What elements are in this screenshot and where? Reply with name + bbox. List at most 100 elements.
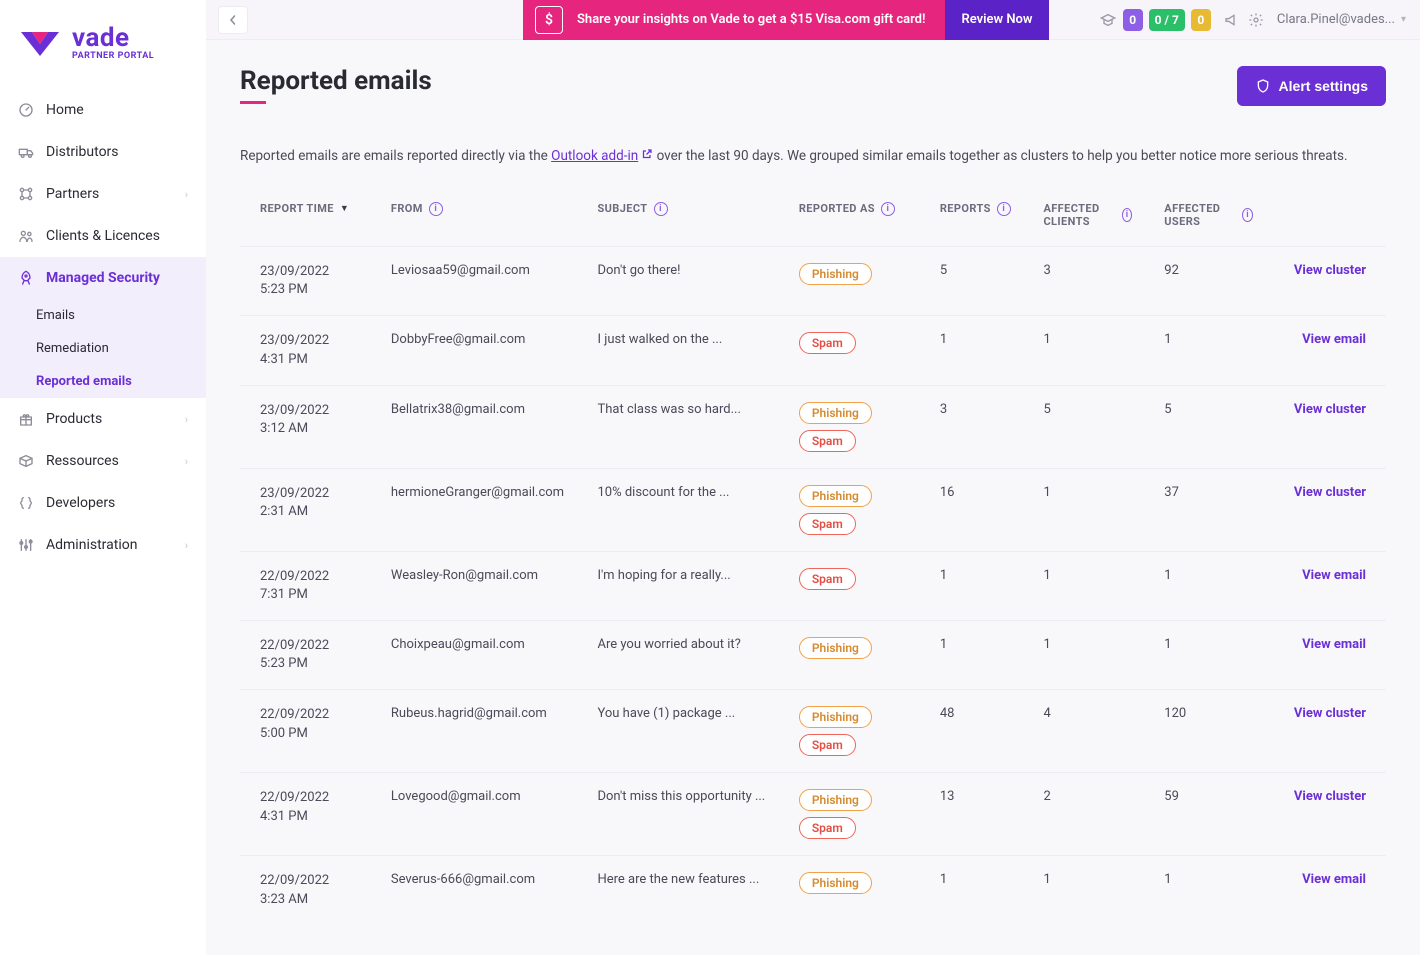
sidebar-item-ressources[interactable]: Ressources› [0,440,206,482]
box-icon [18,453,34,469]
sidebar-item-label: Managed Security [46,270,188,286]
col-reported-as[interactable]: REPORTED AS [799,202,875,215]
cell-users: 37 [1144,468,1265,551]
sidebar-item-administration[interactable]: Administration › [0,524,206,566]
info-icon[interactable]: i [881,202,895,216]
badge-tasks[interactable]: 0 / 7 [1149,9,1185,31]
cell-time: 22/09/20225:00 PM [240,690,371,773]
cell-users: 1 [1144,551,1265,620]
table-row: 23/09/20225:23 PMLeviosaa59@gmail.comDon… [240,246,1386,315]
info-icon[interactable]: i [997,202,1011,216]
info-icon[interactable]: i [654,202,668,216]
sidebar-item-clients-licences[interactable]: Clients & Licences [0,215,206,257]
sidebar-item-partners[interactable]: Partners › [0,173,206,215]
action-email[interactable]: View email [1302,332,1366,347]
sidebar-item-label: Home [46,102,188,118]
action-cluster[interactable]: View cluster [1294,789,1366,804]
alert-settings-button[interactable]: Alert settings [1237,66,1386,106]
nodes-icon [18,186,34,202]
cell-clients: 5 [1023,385,1144,468]
chevron-right-icon: › [185,539,188,552]
table-row: 23/09/20224:31 PMDobbyFree@gmail.comI ju… [240,316,1386,385]
col-report-time[interactable]: REPORT TIME [260,202,334,215]
sidebar-subitem-remediation[interactable]: Remediation [0,332,206,365]
sidebar-item-products[interactable]: Products› [0,398,206,440]
sidebar-item-developers[interactable]: Developers [0,482,206,524]
col-affected-users[interactable]: AFFECTED USERS [1164,202,1236,228]
table-row: 23/09/20223:12 AMBellatrix38@gmail.comTh… [240,385,1386,468]
cell-time: 23/09/20224:31 PM [240,316,371,385]
people-icon [18,228,34,244]
chevron-left-icon [228,15,238,25]
cell-users: 59 [1144,773,1265,856]
action-email[interactable]: View email [1302,872,1366,887]
action-cluster[interactable]: View cluster [1294,402,1366,417]
sidebar-item-managed-security[interactable]: Managed Security [0,257,206,299]
cell-from: Weasley-Ron@gmail.com [371,551,578,620]
action-email[interactable]: View email [1302,637,1366,652]
sidebar-item-label: Administration [46,537,173,553]
external-link-icon [641,148,653,164]
cell-reports: 13 [920,773,1024,856]
tag-spam: Spam [799,734,856,756]
sidebar-subitem-reported-emails[interactable]: Reported emails [0,365,206,398]
sort-desc-icon: ▼ [340,203,349,214]
cell-subject: I just walked on the ... [577,316,778,385]
cell-reported-as: PhishingSpam [779,690,920,773]
cell-reported-as: PhishingSpam [779,468,920,551]
col-reports[interactable]: REPORTS [940,202,991,215]
tag-spam: Spam [799,332,856,354]
cell-clients: 1 [1023,551,1144,620]
col-from[interactable]: FROM [391,202,423,215]
cell-from: hermioneGranger@gmail.com [371,468,578,551]
graduation-icon[interactable] [1099,11,1117,29]
cell-reports: 1 [920,316,1024,385]
megaphone-icon[interactable] [1223,11,1241,29]
cell-clients: 1 [1023,316,1144,385]
outlook-link[interactable]: Outlook add-in [551,148,653,164]
sidebar: vade PARTNER PORTAL HomeDistributorsPart… [0,0,206,955]
logo[interactable]: vade PARTNER PORTAL [0,25,206,89]
table-row: 22/09/20227:31 PMWeasley-Ron@gmail.comI'… [240,551,1386,620]
chevron-right-icon: › [185,188,188,201]
cell-clients: 4 [1023,690,1144,773]
page-title: Reported emails [240,66,432,104]
sidebar-item-label: Partners [46,186,173,202]
info-icon[interactable]: i [429,202,443,216]
cell-time: 23/09/20222:31 AM [240,468,371,551]
info-icon[interactable]: i [1242,208,1253,222]
action-cluster[interactable]: View cluster [1294,485,1366,500]
intro-text: Reported emails are emails reported dire… [240,148,1386,164]
action-cluster[interactable]: View cluster [1294,706,1366,721]
action-cluster[interactable]: View cluster [1294,263,1366,278]
cell-subject: Here are the new features ... [577,856,778,925]
cell-reported-as: PhishingSpam [779,385,920,468]
logo-mark-icon [18,26,62,60]
sidebar-item-home[interactable]: Home [0,89,206,131]
review-now-button[interactable]: Review Now [945,0,1048,40]
user-menu[interactable]: Clara.Pinel@vades... ▾ [1277,12,1406,27]
cell-subject: That class was so hard... [577,385,778,468]
gear-icon[interactable] [1247,11,1265,29]
badge-warnings[interactable]: 0 [1191,9,1211,31]
sidebar-item-distributors[interactable]: Distributors [0,131,206,173]
sidebar-subitem-emails[interactable]: Emails [0,299,206,332]
cell-time: 22/09/20225:23 PM [240,621,371,690]
promo-banner: $ Share your insights on Vade to get a $… [523,0,1049,40]
back-button[interactable] [218,6,248,34]
tag-phishing: Phishing [799,485,872,507]
cell-users: 92 [1144,246,1265,315]
cell-users: 1 [1144,856,1265,925]
cell-reported-as: Phishing [779,621,920,690]
col-subject[interactable]: SUBJECT [597,202,647,215]
table-row: 22/09/20225:00 PMRubeus.hagrid@gmail.com… [240,690,1386,773]
cell-from: Severus-666@gmail.com [371,856,578,925]
table-row: 23/09/20222:31 AMhermioneGranger@gmail.c… [240,468,1386,551]
action-email[interactable]: View email [1302,568,1366,583]
badge-announcements[interactable]: 0 [1123,9,1143,31]
chevron-right-icon: › [185,413,188,426]
cell-time: 23/09/20223:12 AM [240,385,371,468]
col-affected-clients[interactable]: AFFECTED CLIENTS [1043,202,1116,228]
info-icon[interactable]: i [1122,208,1132,222]
cell-subject: Don't miss this opportunity ... [577,773,778,856]
